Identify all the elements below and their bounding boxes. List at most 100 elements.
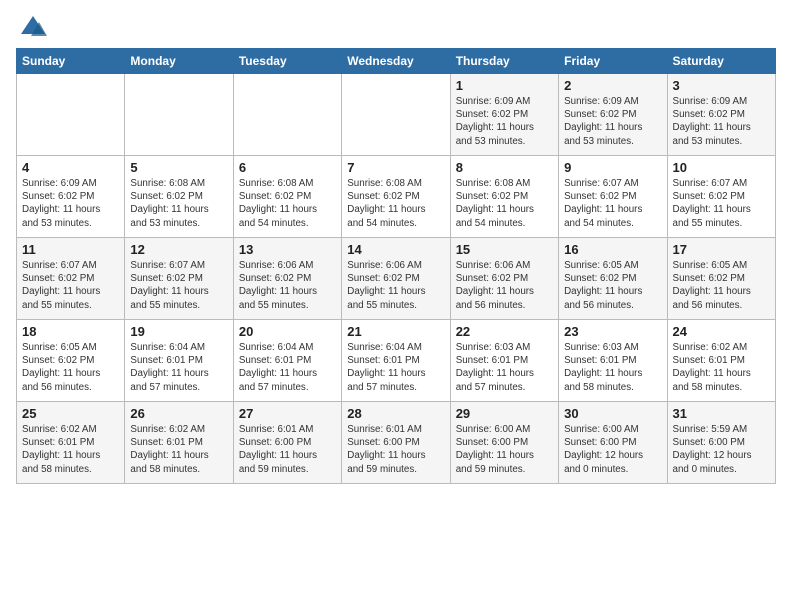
day-number-4: 4 (22, 160, 119, 175)
day-number-29: 29 (456, 406, 553, 421)
day-cell-18: 18Sunrise: 6:05 AMSunset: 6:02 PMDayligh… (17, 320, 125, 402)
day-cell-10: 10 Sunrise: 6:07 AMSunset: 6:02 PMDayligh… (667, 156, 775, 238)
day-number-22: 22 (456, 324, 553, 339)
day-number-27: 27 (239, 406, 336, 421)
weekday-header-row: SundayMondayTuesdayWednesdayThursdayFrid… (17, 49, 776, 74)
day-number-2: 2 (564, 78, 661, 93)
day-info-19: Sunrise: 6:04 AMSunset: 6:01 PMDaylight:… (130, 341, 227, 394)
day-cell-25: 25 Sunrise: 6:02 AMSunset: 6:01 PMDayligh… (17, 402, 125, 484)
day-cell-7: 7 Sunrise: 6:08 AMSunset: 6:02 PMDaylight… (342, 156, 450, 238)
day-info-17: Sunrise: 6:05 AMSunset: 6:02 PMDaylight:… (673, 259, 770, 312)
day-number-23: 23 (564, 324, 661, 339)
day-info-20: Sunrise: 6:04 AMSunset: 6:01 PMDaylight:… (239, 341, 336, 394)
day-cell-29: 29 Sunrise: 6:00 AMSunset: 6:00 PMDayligh… (450, 402, 558, 484)
day-info-31: Sunrise: 5:59 AMSunset: 6:00 PMDaylight:… (673, 423, 770, 476)
day-info-13: Sunrise: 6:06 AMSunset: 6:02 PMDaylight:… (239, 259, 336, 312)
day-cell-21: 21Sunrise: 6:04 AMSunset: 6:01 PMDayligh… (342, 320, 450, 402)
day-cell-15: 15 Sunrise: 6:06 AMSunset: 6:02 PMDayligh… (450, 238, 558, 320)
day-info-1: Sunrise: 6:09 AMSunset: 6:02 PMDaylight:… (456, 95, 553, 148)
weekday-sunday: Sunday (17, 49, 125, 74)
day-number-28: 28 (347, 406, 444, 421)
empty-cell (17, 74, 125, 156)
day-cell-1: 1 Sunrise: 6:09 AMSunset: 6:02 PMDaylight… (450, 74, 558, 156)
day-number-5: 5 (130, 160, 227, 175)
day-cell-16: 16 Sunrise: 6:05 AMSunset: 6:02 PMDayligh… (559, 238, 667, 320)
day-cell-19: 19 Sunrise: 6:04 AMSunset: 6:01 PMDayligh… (125, 320, 233, 402)
day-info-5: Sunrise: 6:08 AMSunset: 6:02 PMDaylight:… (130, 177, 227, 230)
week-row-5: 25 Sunrise: 6:02 AMSunset: 6:01 PMDayligh… (17, 402, 776, 484)
day-cell-20: 20 Sunrise: 6:04 AMSunset: 6:01 PMDayligh… (233, 320, 341, 402)
day-number-20: 20 (239, 324, 336, 339)
day-number-18: 18 (22, 324, 119, 339)
day-info-7: Sunrise: 6:08 AMSunset: 6:02 PMDaylight:… (347, 177, 444, 230)
day-number-6: 6 (239, 160, 336, 175)
day-cell-5: 5 Sunrise: 6:08 AMSunset: 6:02 PMDaylight… (125, 156, 233, 238)
day-number-14: 14 (347, 242, 444, 257)
day-cell-26: 26 Sunrise: 6:02 AMSunset: 6:01 PMDayligh… (125, 402, 233, 484)
day-info-23: Sunrise: 6:03 AMSunset: 6:01 PMDaylight:… (564, 341, 661, 394)
day-cell-31: 31 Sunrise: 5:59 AMSunset: 6:00 PMDayligh… (667, 402, 775, 484)
weekday-thursday: Thursday (450, 49, 558, 74)
day-cell-8: 8Sunrise: 6:08 AMSunset: 6:02 PMDaylight… (450, 156, 558, 238)
weekday-tuesday: Tuesday (233, 49, 341, 74)
day-info-26: Sunrise: 6:02 AMSunset: 6:01 PMDaylight:… (130, 423, 227, 476)
day-info-15: Sunrise: 6:06 AMSunset: 6:02 PMDaylight:… (456, 259, 553, 312)
day-info-11: Sunrise: 6:07 AMSunset: 6:02 PMDaylight:… (22, 259, 119, 312)
day-info-4: Sunrise: 6:09 AMSunset: 6:02 PMDaylight:… (22, 177, 119, 230)
day-info-16: Sunrise: 6:05 AMSunset: 6:02 PMDaylight:… (564, 259, 661, 312)
day-info-24: Sunrise: 6:02 AMSunset: 6:01 PMDaylight:… (673, 341, 770, 394)
day-cell-13: 13 Sunrise: 6:06 AMSunset: 6:02 PMDayligh… (233, 238, 341, 320)
day-cell-4: 4 Sunrise: 6:09 AMSunset: 6:02 PMDaylight… (17, 156, 125, 238)
day-number-16: 16 (564, 242, 661, 257)
day-number-17: 17 (673, 242, 770, 257)
day-number-9: 9 (564, 160, 661, 175)
day-info-8: Sunrise: 6:08 AMSunset: 6:02 PMDaylight:… (456, 177, 553, 230)
day-number-31: 31 (673, 406, 770, 421)
week-row-3: 11 Sunrise: 6:07 AMSunset: 6:02 PMDayligh… (17, 238, 776, 320)
week-row-1: 1 Sunrise: 6:09 AMSunset: 6:02 PMDaylight… (17, 74, 776, 156)
day-cell-23: 23 Sunrise: 6:03 AMSunset: 6:01 PMDayligh… (559, 320, 667, 402)
header (16, 10, 776, 42)
day-info-12: Sunrise: 6:07 AMSunset: 6:02 PMDaylight:… (130, 259, 227, 312)
day-info-28: Sunrise: 6:01 AMSunset: 6:00 PMDaylight:… (347, 423, 444, 476)
day-cell-3: 3 Sunrise: 6:09 AMSunset: 6:02 PMDaylight… (667, 74, 775, 156)
day-info-27: Sunrise: 6:01 AMSunset: 6:00 PMDaylight:… (239, 423, 336, 476)
day-number-15: 15 (456, 242, 553, 257)
day-number-10: 10 (673, 160, 770, 175)
day-info-25: Sunrise: 6:02 AMSunset: 6:01 PMDaylight:… (22, 423, 119, 476)
day-number-19: 19 (130, 324, 227, 339)
weekday-friday: Friday (559, 49, 667, 74)
weekday-monday: Monday (125, 49, 233, 74)
day-cell-17: 17 Sunrise: 6:05 AMSunset: 6:02 PMDayligh… (667, 238, 775, 320)
day-info-29: Sunrise: 6:00 AMSunset: 6:00 PMDaylight:… (456, 423, 553, 476)
day-cell-27: 27 Sunrise: 6:01 AMSunset: 6:00 PMDayligh… (233, 402, 341, 484)
day-number-13: 13 (239, 242, 336, 257)
day-cell-22: 22Sunrise: 6:03 AMSunset: 6:01 PMDayligh… (450, 320, 558, 402)
day-cell-24: 24 Sunrise: 6:02 AMSunset: 6:01 PMDayligh… (667, 320, 775, 402)
calendar-table: SundayMondayTuesdayWednesdayThursdayFrid… (16, 48, 776, 484)
day-number-24: 24 (673, 324, 770, 339)
day-cell-12: 12 Sunrise: 6:07 AMSunset: 6:02 PMDayligh… (125, 238, 233, 320)
day-cell-6: 6 Sunrise: 6:08 AMSunset: 6:02 PMDaylight… (233, 156, 341, 238)
day-info-30: Sunrise: 6:00 AMSunset: 6:00 PMDaylight:… (564, 423, 661, 476)
empty-cell (125, 74, 233, 156)
empty-cell (342, 74, 450, 156)
day-number-7: 7 (347, 160, 444, 175)
day-number-11: 11 (22, 242, 119, 257)
day-number-21: 21 (347, 324, 444, 339)
day-info-10: Sunrise: 6:07 AMSunset: 6:02 PMDaylight:… (673, 177, 770, 230)
week-row-4: 18Sunrise: 6:05 AMSunset: 6:02 PMDayligh… (17, 320, 776, 402)
day-info-3: Sunrise: 6:09 AMSunset: 6:02 PMDaylight:… (673, 95, 770, 148)
week-row-2: 4 Sunrise: 6:09 AMSunset: 6:02 PMDaylight… (17, 156, 776, 238)
logo (16, 14, 47, 42)
day-number-25: 25 (22, 406, 119, 421)
day-number-12: 12 (130, 242, 227, 257)
day-info-6: Sunrise: 6:08 AMSunset: 6:02 PMDaylight:… (239, 177, 336, 230)
day-number-1: 1 (456, 78, 553, 93)
day-cell-9: 9Sunrise: 6:07 AMSunset: 6:02 PMDaylight… (559, 156, 667, 238)
day-number-3: 3 (673, 78, 770, 93)
day-number-26: 26 (130, 406, 227, 421)
weekday-saturday: Saturday (667, 49, 775, 74)
empty-cell (233, 74, 341, 156)
weekday-wednesday: Wednesday (342, 49, 450, 74)
